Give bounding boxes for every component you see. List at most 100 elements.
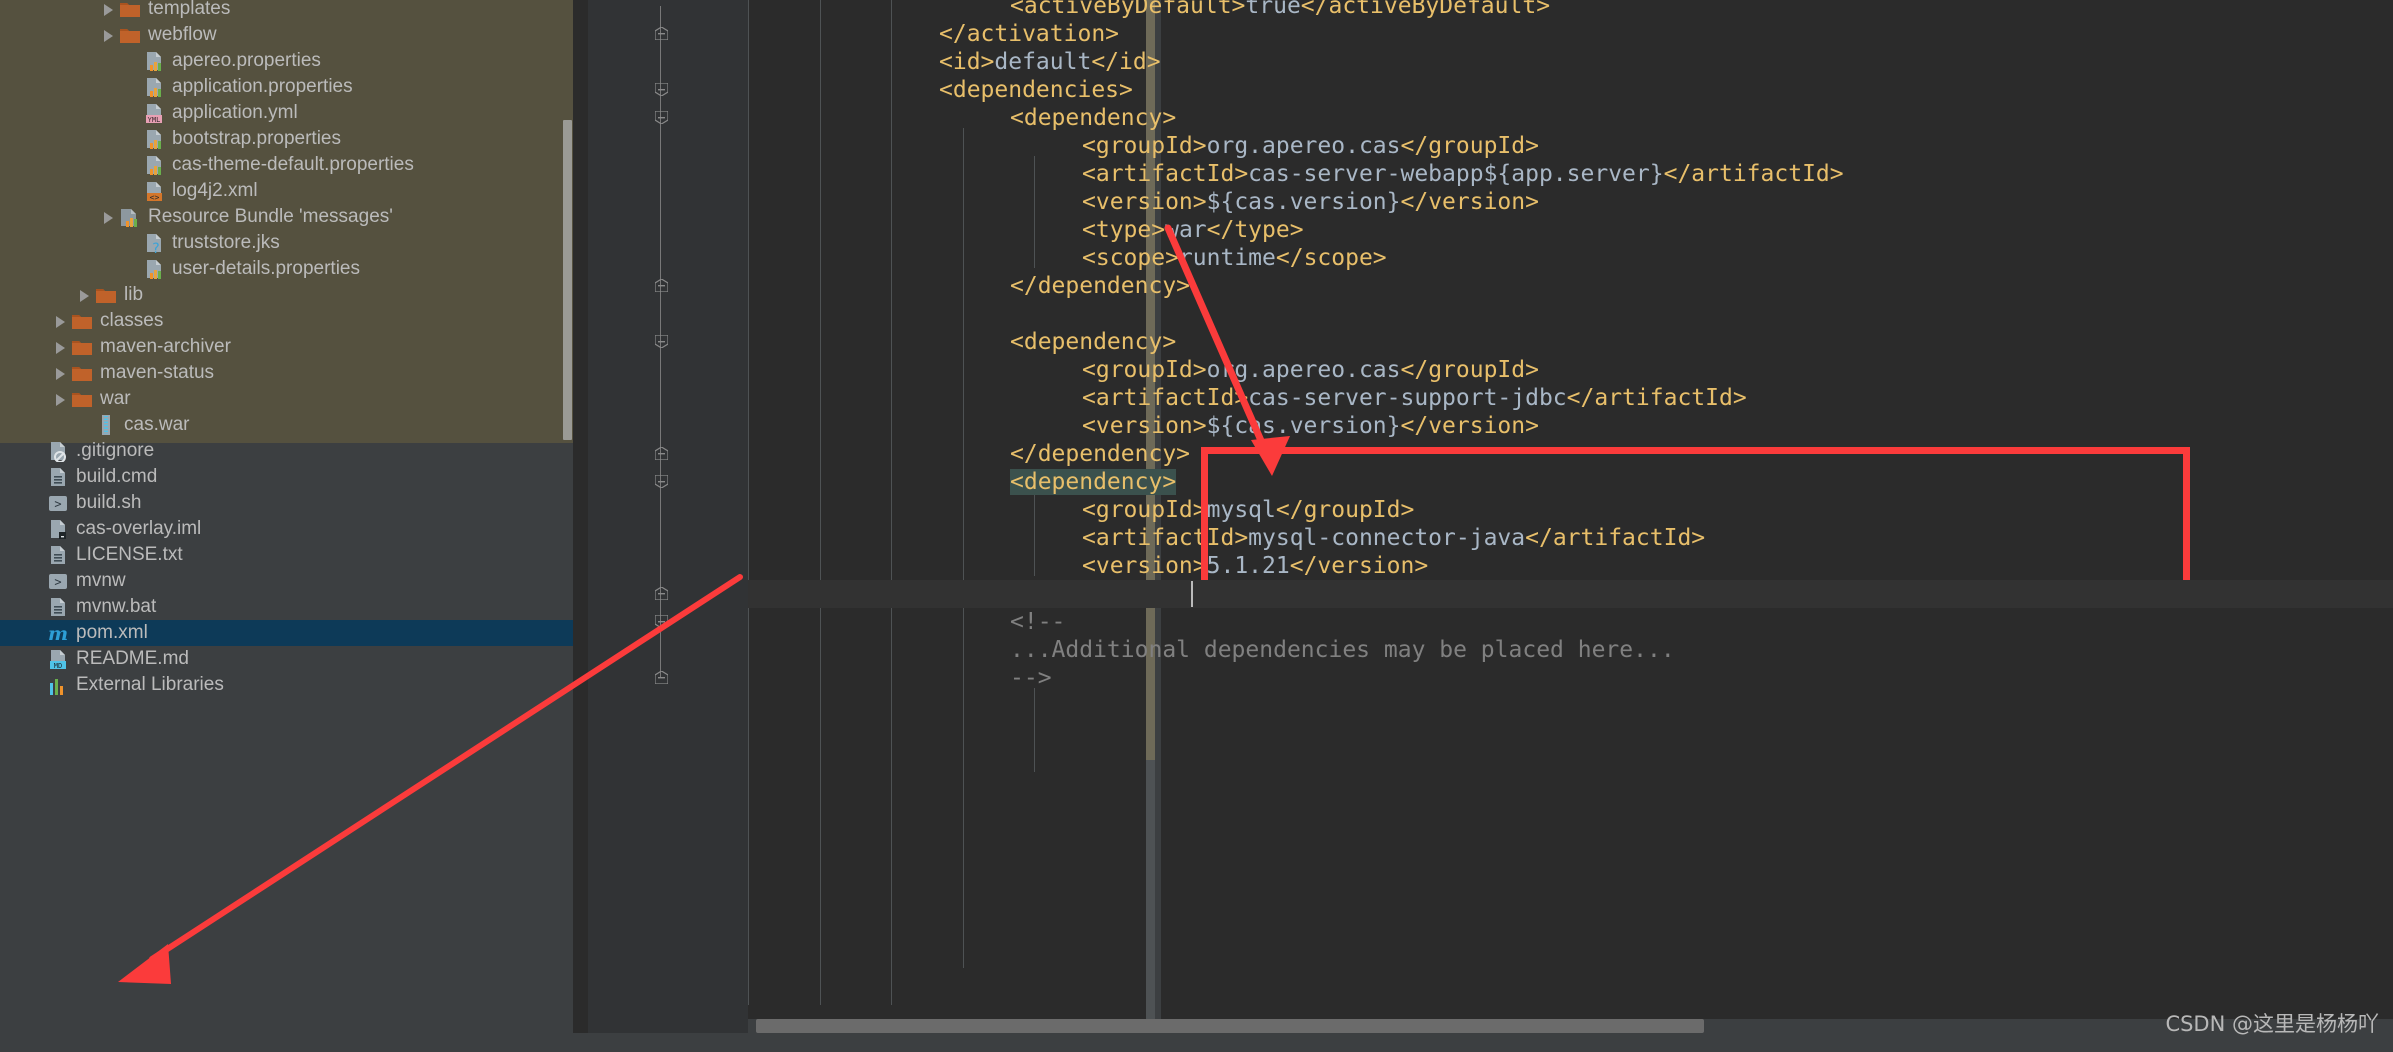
code-line[interactable]: <version>${cas.version}</version> xyxy=(748,188,1539,216)
code-line[interactable]: <dependencies> xyxy=(748,76,1133,104)
chevron-right-icon[interactable] xyxy=(102,29,115,42)
tree-item-label: classes xyxy=(100,310,164,331)
chevron-right-icon[interactable] xyxy=(54,315,67,328)
tree-item-webflow[interactable]: webflow xyxy=(0,22,573,48)
project-tool-window[interactable]: templates webflow apereo.properties applica… xyxy=(0,0,573,1052)
xml-tag: </artifactId> xyxy=(1566,385,1747,411)
tree-item-maven-archiver[interactable]: maven-archiver xyxy=(0,334,573,360)
code-line[interactable]: <version>${cas.version}</version> xyxy=(748,412,1539,440)
libraries-icon xyxy=(47,674,69,696)
project-pane-scrollbar[interactable] xyxy=(563,120,572,440)
tree-item-external-libraries[interactable]: External Libraries xyxy=(0,672,573,698)
xml-tag: <artifactId> xyxy=(1082,525,1249,551)
xml-tag: </dependency> xyxy=(1010,441,1191,467)
code-line[interactable]: <artifactId>mysql-connector-java</artifa… xyxy=(748,524,1705,552)
fold-region-end-icon[interactable] xyxy=(655,671,668,684)
xml-tag: <artifactId> xyxy=(1082,385,1249,411)
tree-item-application-yml[interactable]: YML application.yml xyxy=(0,100,573,126)
tree-item-resource-bundle-messages[interactable]: Resource Bundle 'messages' xyxy=(0,204,573,230)
tree-item-pom-xml[interactable]: m pom.xml xyxy=(0,620,573,646)
code-line[interactable]: <dependency> xyxy=(748,328,1176,356)
code-line[interactable]: <version>5.1.21</version> xyxy=(748,552,1428,580)
chevron-right-icon[interactable] xyxy=(54,393,67,406)
tree-item-readme-md[interactable]: MD README.md xyxy=(0,646,573,672)
fold-region-end-icon[interactable] xyxy=(655,27,668,40)
tree-item-user-details-properties[interactable]: user-details.properties xyxy=(0,256,573,282)
tree-item-application-properties[interactable]: application.properties xyxy=(0,74,573,100)
chevron-right-icon[interactable] xyxy=(102,211,115,224)
tree-item-cas-war[interactable]: cas.war xyxy=(0,412,573,438)
unknown-file-icon: ? xyxy=(143,232,165,254)
tree-item-maven-status[interactable]: maven-status xyxy=(0,360,573,386)
editor-gutter[interactable] xyxy=(588,0,748,1052)
tree-item-label: mvnw xyxy=(76,570,126,591)
tree-item-templates[interactable]: templates xyxy=(0,0,573,22)
tree-item-mvnw[interactable]: > mvnw xyxy=(0,568,573,594)
tree-item-label: application.yml xyxy=(172,102,298,123)
tree-item-mvnw-bat[interactable]: mvnw.bat xyxy=(0,594,573,620)
code-line[interactable]: </dependency> xyxy=(748,440,1190,468)
code-line[interactable]: <groupId>mysql</groupId> xyxy=(748,496,1414,524)
xml-tag: </groupId> xyxy=(1400,357,1539,383)
fold-region-end-icon[interactable] xyxy=(655,447,668,460)
code-line[interactable]: <dependency> xyxy=(748,104,1176,132)
tree-item-apereo-properties[interactable]: apereo.properties xyxy=(0,48,573,74)
code-line[interactable]: <artifactId>cas-server-support-jdbc</art… xyxy=(748,384,1747,412)
tree-item-label: war xyxy=(100,388,131,409)
code-line[interactable]: ...Additional dependencies may be placed… xyxy=(748,636,1675,664)
tree-item-label: README.md xyxy=(76,648,189,669)
svg-text:>: > xyxy=(54,497,61,511)
code-line[interactable]: </activation> xyxy=(748,20,1119,48)
fold-region-start-icon[interactable] xyxy=(655,111,668,124)
tree-item-label: webflow xyxy=(148,24,217,45)
fold-region-start-icon[interactable] xyxy=(655,615,668,628)
chevron-right-icon[interactable] xyxy=(54,367,67,380)
tree-item-build-sh[interactable]: > build.sh xyxy=(0,490,573,516)
tree-item-war[interactable]: war xyxy=(0,386,573,412)
code-line[interactable]: <scope>runtime</scope> xyxy=(748,244,1387,272)
code-line[interactable]: </dependency> xyxy=(748,272,1190,300)
code-line[interactable]: <!-- xyxy=(748,608,1065,636)
tree-item-license-txt[interactable]: LICENSE.txt xyxy=(0,542,573,568)
code-line[interactable]: <type>war</type> xyxy=(748,216,1304,244)
code-line[interactable]: <groupId>org.apereo.cas</groupId> xyxy=(748,132,1539,160)
code-line[interactable]: --> xyxy=(748,664,1052,692)
code-line[interactable]: <dependency> xyxy=(748,468,1177,496)
chevron-right-icon[interactable] xyxy=(78,289,91,302)
properties-file-icon xyxy=(143,128,165,150)
fold-region-start-icon[interactable] xyxy=(655,335,668,348)
code-line[interactable]: <id>default</id> xyxy=(748,48,1161,76)
xml-tag: <version> xyxy=(1082,413,1207,439)
fold-region-end-icon[interactable] xyxy=(655,279,668,292)
tree-item-cas-overlay-iml[interactable]: cas-overlay.iml xyxy=(0,516,573,542)
fold-region-end-icon[interactable] xyxy=(655,587,668,600)
tree-item-truststore-jks[interactable]: ? truststore.jks xyxy=(0,230,573,256)
code-line[interactable]: <groupId>org.apereo.cas</groupId> xyxy=(748,356,1539,384)
code-line[interactable]: <artifactId>cas-server-webapp${app.serve… xyxy=(748,160,1844,188)
tree-item-build-cmd[interactable]: build.cmd xyxy=(0,464,573,490)
horizontal-scrollbar-thumb[interactable] xyxy=(756,1019,1704,1033)
chevron-right-icon[interactable] xyxy=(102,3,115,16)
tree-item-bootstrap-properties[interactable]: bootstrap.properties xyxy=(0,126,573,152)
chevron-right-icon[interactable] xyxy=(54,341,67,354)
code-folding-rail[interactable] xyxy=(660,0,662,1052)
code-line[interactable] xyxy=(748,300,1010,328)
tree-item-label: build.sh xyxy=(76,492,142,513)
code-line[interactable]: <activeByDefault>true</activeByDefault> xyxy=(748,0,1550,20)
tree-item-log4j2-xml[interactable]: <> log4j2.xml xyxy=(0,178,573,204)
tree-item-gitignore[interactable]: .gitignore xyxy=(0,438,573,464)
fold-region-start-icon[interactable] xyxy=(655,475,668,488)
code-text-area[interactable]: <activeByDefault>true</activeByDefault> <… xyxy=(748,0,2393,1005)
tree-item-lib[interactable]: lib xyxy=(0,282,573,308)
fold-region-start-icon[interactable] xyxy=(655,83,668,96)
folder-icon xyxy=(119,24,141,46)
fold-connector-line xyxy=(660,286,661,342)
tree-item-label: maven-archiver xyxy=(100,336,231,357)
tree-item-label: build.cmd xyxy=(76,466,158,487)
tree-item-classes[interactable]: classes xyxy=(0,308,573,334)
folder-icon xyxy=(71,336,93,358)
tree-item-cas-theme-default-properties[interactable]: cas-theme-default.properties xyxy=(0,152,573,178)
